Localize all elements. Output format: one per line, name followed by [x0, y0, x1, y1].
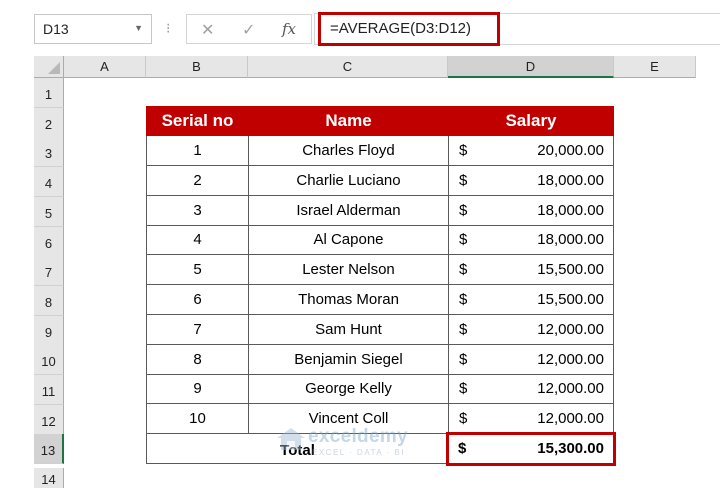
- row-header-2[interactable]: 2: [34, 107, 64, 138]
- salary-value: 20,000.00: [537, 142, 604, 159]
- row-header-8[interactable]: 8: [34, 285, 64, 316]
- salary-value: 15,500.00: [537, 291, 604, 308]
- salary-cell[interactable]: $18,000.00: [448, 165, 614, 196]
- chevron-down-icon[interactable]: ▼: [134, 23, 143, 33]
- currency-symbol: $: [458, 440, 467, 457]
- row-header-12[interactable]: 12: [34, 404, 64, 435]
- header-name[interactable]: Name: [248, 106, 448, 136]
- name-cell[interactable]: George Kelly: [248, 374, 448, 405]
- row-header-11[interactable]: 11: [34, 375, 64, 405]
- salary-cell[interactable]: $12,000.00: [448, 374, 614, 405]
- salary-value: 15,500.00: [537, 261, 604, 279]
- currency-symbol: $: [459, 410, 468, 428]
- currency-symbol: $: [459, 380, 468, 398]
- row-header-5[interactable]: 5: [34, 196, 64, 227]
- name-cell[interactable]: Al Capone: [248, 225, 448, 256]
- watermark: exceldemy EXCEL · DATA · BI: [276, 424, 446, 464]
- serial-cell[interactable]: 4: [146, 225, 248, 256]
- salary-cell[interactable]: $20,000.00: [448, 136, 614, 166]
- name-cell[interactable]: Charlie Luciano: [248, 165, 448, 196]
- column-header-c[interactable]: C: [248, 56, 448, 78]
- salary-value: 12,000.00: [537, 380, 604, 398]
- salary-value: 18,000.00: [537, 201, 604, 219]
- serial-cell[interactable]: 6: [146, 285, 248, 315]
- currency-symbol: $: [459, 320, 468, 338]
- name-cell[interactable]: Charles Floyd: [248, 136, 448, 166]
- name-box-value: D13: [43, 21, 69, 37]
- header-salary[interactable]: Salary: [448, 106, 614, 136]
- salary-value: 18,000.00: [537, 171, 604, 189]
- currency-symbol: $: [459, 231, 468, 249]
- header-serial[interactable]: Serial no: [146, 106, 248, 136]
- more-options-icon: ⁝: [166, 20, 171, 36]
- currency-symbol: $: [459, 350, 468, 368]
- salary-cell[interactable]: $18,000.00: [448, 225, 614, 256]
- name-cell[interactable]: Israel Alderman: [248, 195, 448, 226]
- currency-symbol: $: [459, 201, 468, 219]
- salary-value: 12,000.00: [537, 350, 604, 368]
- salary-cell[interactable]: $12,000.00: [448, 404, 614, 435]
- serial-cell[interactable]: 5: [146, 255, 248, 286]
- formula-text: =AVERAGE(D3:D12): [330, 20, 472, 37]
- name-cell[interactable]: Benjamin Siegel: [248, 344, 448, 375]
- row-header-7[interactable]: 7: [34, 256, 64, 287]
- name-cell[interactable]: Thomas Moran: [248, 285, 448, 315]
- select-all-button[interactable]: [34, 56, 64, 78]
- salary-value: 18,000.00: [537, 231, 604, 249]
- row-header-4[interactable]: 4: [34, 167, 64, 198]
- currency-symbol: $: [459, 261, 468, 279]
- salary-value: 12,000.00: [537, 410, 604, 428]
- serial-cell[interactable]: 1: [146, 136, 248, 166]
- row-header-3[interactable]: 3: [34, 137, 64, 168]
- serial-cell[interactable]: 7: [146, 314, 248, 345]
- formula-buttons: ✕ ✓ fx: [186, 14, 312, 44]
- select-all-icon: [48, 62, 60, 74]
- salary-value: 12,000.00: [537, 320, 604, 338]
- row-header-1[interactable]: 1: [34, 78, 64, 108]
- watermark-tagline: EXCEL · DATA · BI: [312, 448, 405, 457]
- serial-cell[interactable]: 9: [146, 374, 248, 405]
- currency-symbol: $: [459, 171, 468, 189]
- salary-cell[interactable]: $15,500.00: [448, 255, 614, 286]
- serial-cell[interactable]: 2: [146, 165, 248, 196]
- serial-cell[interactable]: 8: [146, 344, 248, 375]
- row-header-6[interactable]: 6: [34, 226, 64, 257]
- enter-icon[interactable]: ✓: [242, 20, 255, 40]
- row-header-9[interactable]: 9: [34, 315, 64, 346]
- row-header-14[interactable]: 14: [34, 468, 64, 488]
- column-header-e[interactable]: E: [614, 56, 696, 78]
- salary-cell[interactable]: $12,000.00: [448, 344, 614, 375]
- exceldemy-logo-icon: [277, 428, 305, 450]
- cancel-icon[interactable]: ✕: [201, 20, 214, 40]
- row-header-13[interactable]: 13: [34, 434, 64, 465]
- column-header-a[interactable]: A: [64, 56, 146, 78]
- salary-cell[interactable]: $18,000.00: [448, 195, 614, 226]
- row-header-10[interactable]: 10: [34, 345, 64, 376]
- name-cell[interactable]: Lester Nelson: [248, 255, 448, 286]
- average-result-cell[interactable]: $ 15,300.00: [446, 432, 616, 466]
- currency-symbol: $: [459, 142, 468, 159]
- watermark-name: exceldemy: [308, 426, 408, 447]
- salary-cell[interactable]: $15,500.00: [448, 285, 614, 315]
- average-value: 15,300.00: [537, 440, 604, 457]
- serial-cell[interactable]: 10: [146, 404, 248, 435]
- name-box[interactable]: D13 ▼: [34, 14, 152, 44]
- serial-cell[interactable]: 3: [146, 195, 248, 226]
- insert-function-icon[interactable]: fx: [282, 20, 296, 38]
- currency-symbol: $: [459, 291, 468, 308]
- salary-cell[interactable]: $12,000.00: [448, 314, 614, 345]
- name-cell[interactable]: Sam Hunt: [248, 314, 448, 345]
- formula-bar: D13 ▼ ⁝ ✕ ✓ fx =AVERAGE(D3:D12): [0, 0, 720, 56]
- column-header-d[interactable]: D: [448, 56, 614, 78]
- column-header-b[interactable]: B: [146, 56, 248, 78]
